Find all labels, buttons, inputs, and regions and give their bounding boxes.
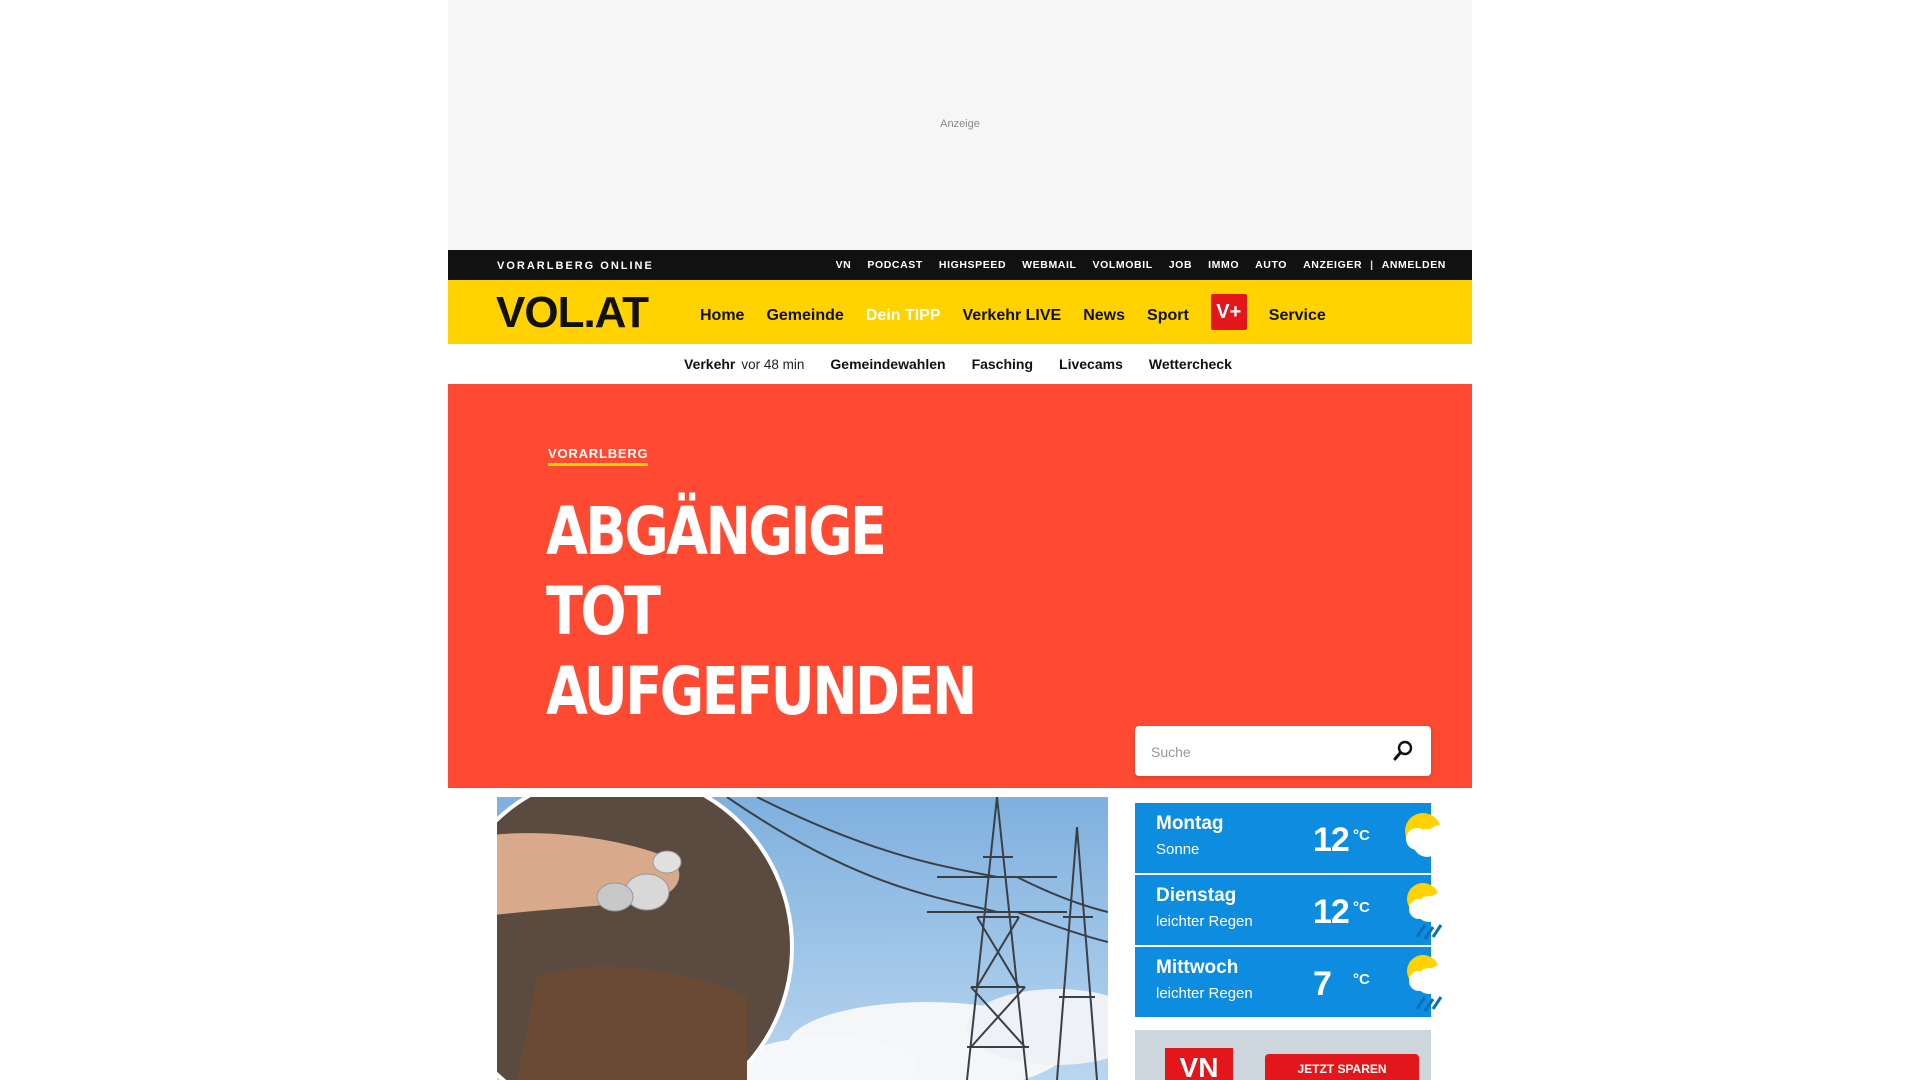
vn-promo-banner[interactable]: VN JETZT SPAREN [1135, 1030, 1431, 1080]
weather-day: Mittwoch [1156, 957, 1239, 978]
weather-temperature: 7 [1313, 965, 1332, 1003]
weather-day: Dienstag [1156, 885, 1237, 906]
top-link-auto[interactable]: AUTO [1255, 259, 1287, 271]
subnav-item-wettercheck[interactable]: Wettercheck [1149, 356, 1232, 372]
top-link-immo[interactable]: IMMO [1208, 259, 1239, 271]
top-link-vn[interactable]: VN [836, 259, 852, 271]
search-input[interactable] [1151, 740, 1381, 764]
top-link-volmobil[interactable]: VOLMOBIL [1093, 259, 1153, 271]
weather-temperature: 12 [1313, 893, 1350, 931]
sun-cloud-icon [1405, 813, 1457, 857]
top-link-anzeiger[interactable]: ANZEIGER [1303, 259, 1362, 271]
sun-cloud-rain-icon [1407, 955, 1455, 1012]
hero-kicker[interactable]: VORARLBERG [548, 446, 649, 466]
sun-cloud-rain-icon [1407, 883, 1455, 940]
weather-unit: °C [1353, 827, 1370, 844]
subnav-item-gemeindewahlen[interactable]: Gemeindewahlen [830, 356, 945, 372]
subnav-item-fasching[interactable]: Fasching [972, 356, 1033, 372]
weather-temperature: 12 [1313, 821, 1350, 859]
weather-widget[interactable]: Montag Sonne 12 °C Dienstag leichter Reg… [1135, 803, 1457, 1019]
top-link-webmail[interactable]: WEBMAIL [1022, 259, 1076, 271]
subnav-verkehr-label: Verkehr [684, 356, 736, 372]
teaser-photo-illustration [497, 797, 1108, 1080]
site-logo[interactable]: VOL.AT [496, 288, 649, 338]
ad-label: Anzeige [940, 118, 980, 130]
nav-item-verkehr-live[interactable]: Verkehr LIVE [963, 307, 1062, 325]
weather-day: Montag [1156, 813, 1224, 834]
nav-item-sport[interactable]: Sport [1147, 307, 1189, 325]
hero-headline[interactable]: Abgängige tot aufgefunden [546, 492, 1005, 732]
subnav-verkehr-time: vor 48 min [741, 357, 805, 372]
top-link-highspeed[interactable]: HIGHSPEED [939, 259, 1006, 271]
weather-row[interactable]: Dienstag leichter Regen 12 °C [1135, 875, 1455, 945]
nav-item-home[interactable]: Home [700, 307, 744, 325]
weather-description: leichter Regen [1156, 985, 1253, 1002]
nav-item-gemeinde[interactable]: Gemeinde [766, 307, 843, 325]
nav-item-service[interactable]: Service [1269, 307, 1326, 325]
vplus-button[interactable]: V+ [1210, 294, 1247, 330]
vn-logo: VN [1165, 1048, 1233, 1080]
weather-row[interactable]: Mittwoch leichter Regen 7 °C [1135, 947, 1455, 1017]
search-icon[interactable] [1393, 740, 1413, 762]
login-link[interactable]: ANMELDEN [1382, 259, 1446, 271]
main-navigation: VOL.AT Home Gemeinde Dein TIPP Verkehr L… [448, 280, 1472, 344]
promo-button[interactable]: JETZT SPAREN [1265, 1054, 1419, 1080]
sub-nav-items: Verkehr vor 48 min Gemeindewahlen Faschin… [684, 356, 1232, 372]
top-link-job[interactable]: JOB [1169, 259, 1192, 271]
weather-unit: °C [1353, 899, 1370, 916]
subnav-item-verkehr[interactable]: Verkehr vor 48 min [684, 356, 804, 372]
hero-banner[interactable]: VORARLBERG Abgängige tot aufgefunden [448, 384, 1472, 788]
page: Anzeige VORARLBERG ONLINE VN PODCAST HIG… [448, 0, 1472, 1080]
nav-item-dein-tipp[interactable]: Dein TIPP [866, 307, 941, 325]
main-nav-items: Home Gemeinde Dein TIPP Verkehr LIVE New… [700, 294, 1326, 330]
nav-item-news[interactable]: News [1083, 307, 1125, 325]
sub-navigation: Verkehr vor 48 min Gemeindewahlen Faschin… [448, 344, 1472, 384]
ad-banner[interactable]: Anzeige [448, 0, 1472, 250]
weather-description: Sonne [1156, 841, 1200, 858]
subnav-item-livecams[interactable]: Livecams [1059, 356, 1123, 372]
weather-description: leichter Regen [1156, 913, 1253, 930]
top-bar-brand: VORARLBERG ONLINE [497, 260, 654, 272]
top-bar-links: VN PODCAST HIGHSPEED WEBMAIL VOLMOBIL JO… [836, 259, 1446, 271]
weather-row[interactable]: Montag Sonne 12 °C [1135, 803, 1457, 873]
search-box [1135, 726, 1431, 776]
top-link-podcast[interactable]: PODCAST [867, 259, 923, 271]
top-bar: VORARLBERG ONLINE VN PODCAST HIGHSPEED W… [448, 250, 1472, 280]
top-bar-separator: | [1370, 259, 1374, 271]
weather-unit: °C [1353, 971, 1370, 988]
article-teaser-image[interactable] [497, 797, 1108, 1080]
